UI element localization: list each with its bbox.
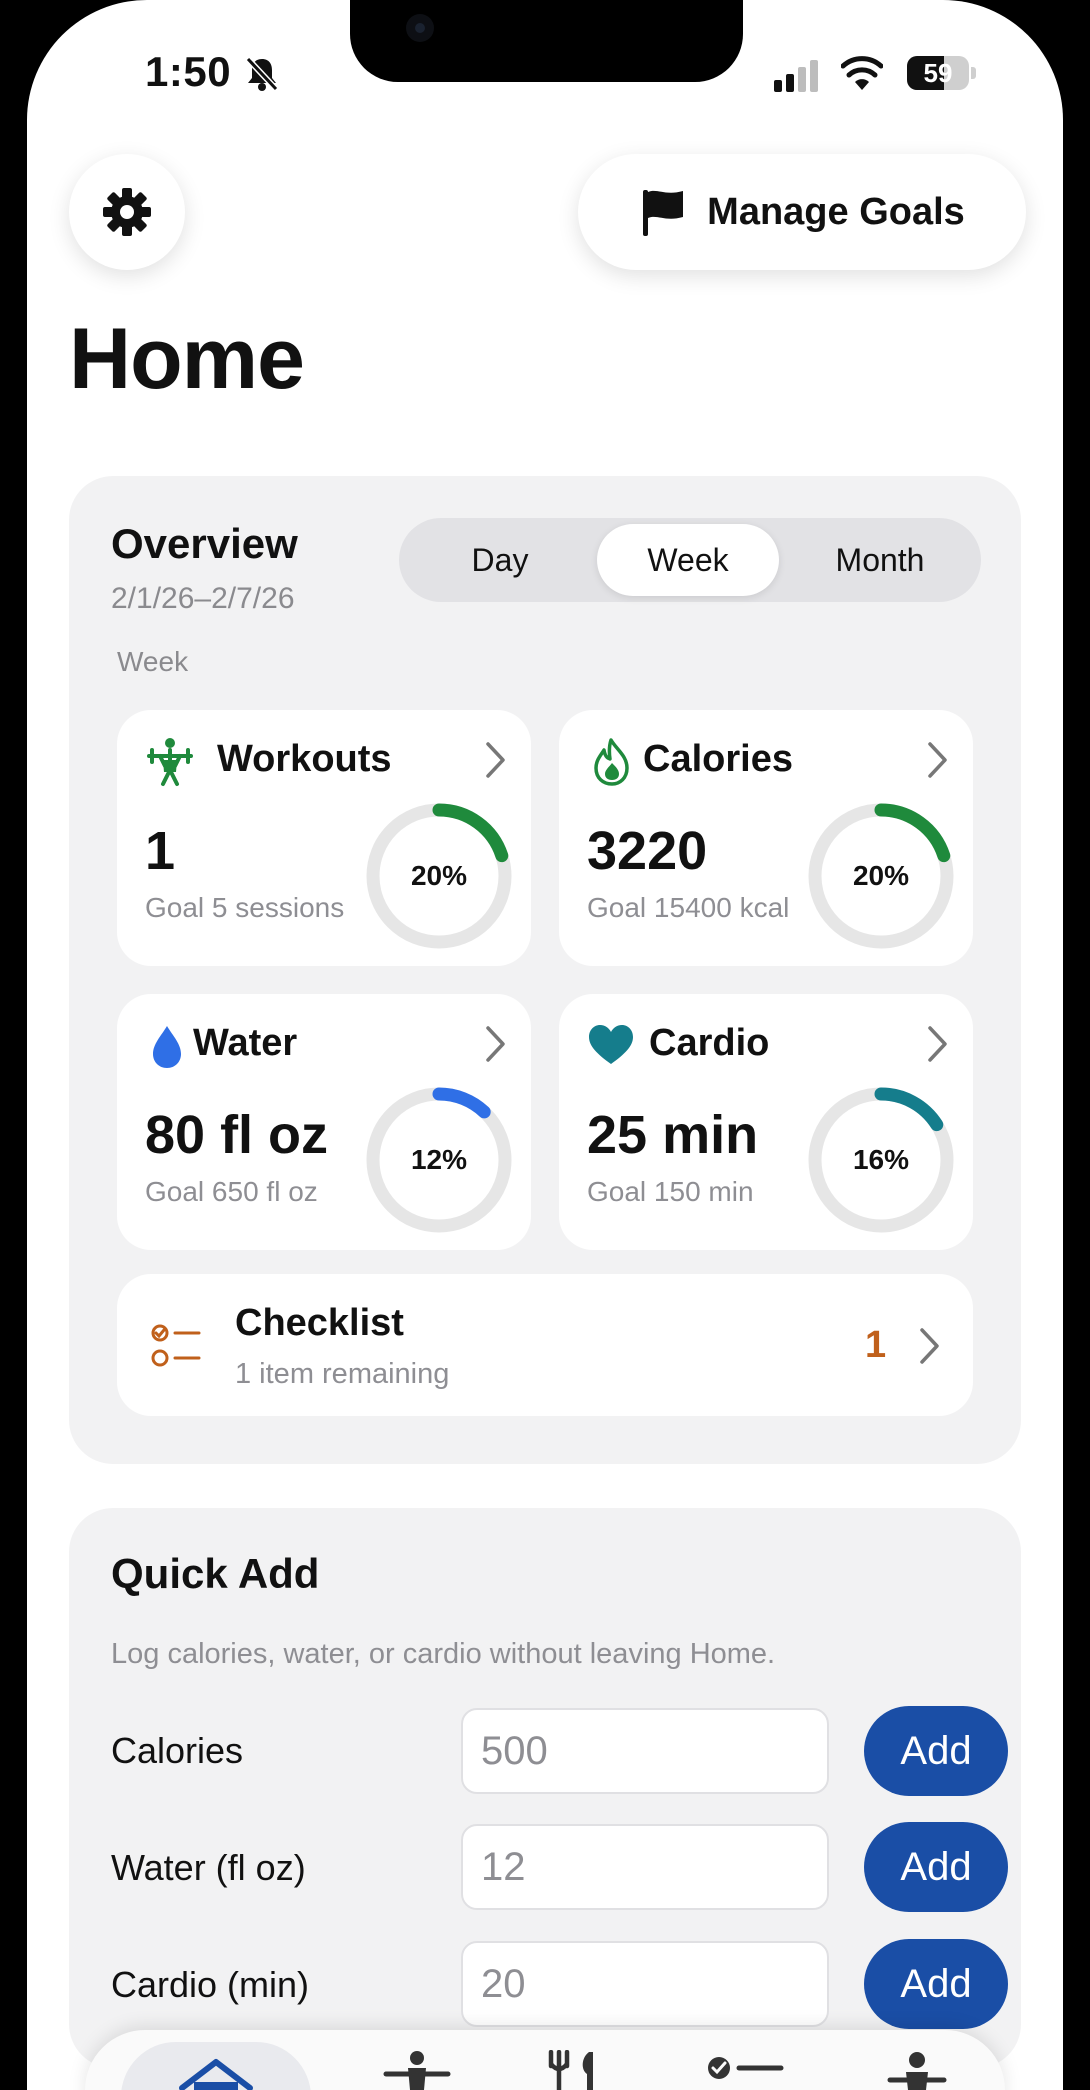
calories-percent: 20% bbox=[852, 860, 910, 891]
cardio-title: Cardio bbox=[649, 1022, 770, 1064]
tab-home[interactable] bbox=[121, 2042, 311, 2090]
workouts-title: Workouts bbox=[217, 738, 392, 780]
water-input[interactable] bbox=[461, 1824, 829, 1910]
battery-percent: 59 bbox=[923, 58, 953, 88]
status-time: 1:50 bbox=[145, 48, 232, 95]
add-calories-button[interactable]: Add bbox=[864, 1706, 1008, 1796]
cardio-card[interactable]: Cardio 25 min Goal 150 min 16% bbox=[559, 994, 973, 1250]
checklist-count-badge: 1 bbox=[865, 1324, 887, 1366]
cardio-percent: 16% bbox=[852, 1144, 910, 1175]
water-percent: 12% bbox=[410, 1144, 468, 1175]
period-segmented-control: Day Week Month bbox=[399, 518, 981, 602]
person-icon bbox=[887, 2052, 947, 2090]
chevron-right-icon bbox=[920, 1328, 939, 1364]
checklist-subtitle: 1 item remaining bbox=[235, 1358, 450, 1390]
tab-profile[interactable] bbox=[857, 2050, 977, 2090]
home-icon bbox=[179, 2059, 253, 2090]
device-notch bbox=[350, 0, 743, 82]
overview-title: Overview bbox=[111, 520, 298, 567]
water-input-label: Water (fl oz) bbox=[111, 1847, 306, 1888]
quick-add-description: Log calories, water, or cardio without l… bbox=[111, 1638, 776, 1670]
water-drop-icon bbox=[153, 1026, 181, 1068]
water-title: Water bbox=[193, 1022, 298, 1064]
calories-title: Calories bbox=[643, 738, 793, 780]
water-card[interactable]: Water 80 fl oz Goal 650 fl oz 12% bbox=[117, 994, 531, 1250]
cardio-input[interactable] bbox=[461, 1941, 829, 2027]
quick-add-title: Quick Add bbox=[111, 1550, 320, 1597]
segment-month[interactable]: Month bbox=[785, 524, 975, 596]
workouts-value: 1 bbox=[145, 821, 176, 881]
calories-input[interactable] bbox=[461, 1708, 829, 1794]
gear-icon bbox=[103, 188, 151, 236]
battery-indicator: 59 bbox=[907, 56, 977, 90]
water-goal: Goal 650 fl oz bbox=[145, 1176, 318, 1207]
workouts-goal: Goal 5 sessions bbox=[145, 892, 345, 923]
manage-goals-label: Manage Goals bbox=[707, 190, 965, 233]
cellular-signal-icon bbox=[774, 60, 818, 92]
flame-icon bbox=[594, 738, 629, 786]
chevron-right-icon bbox=[486, 742, 505, 778]
chevron-right-icon bbox=[928, 1026, 947, 1062]
overview-period-label: Week bbox=[117, 646, 189, 677]
cardio-value: 25 min bbox=[587, 1105, 759, 1165]
cardio-input-label: Cardio (min) bbox=[111, 1964, 310, 2005]
front-camera bbox=[406, 14, 434, 42]
overview-panel: Overview 2/1/26–2/7/26 Week Day Week Mon… bbox=[69, 476, 1021, 1464]
workout-icon bbox=[383, 2051, 451, 2090]
add-water-button[interactable]: Add bbox=[864, 1822, 1008, 1912]
add-cardio-button[interactable]: Add bbox=[864, 1939, 1008, 2029]
chevron-right-icon bbox=[928, 742, 947, 778]
manage-goals-button[interactable]: Manage Goals bbox=[578, 154, 1026, 270]
heart-icon bbox=[589, 1025, 633, 1064]
calories-card[interactable]: Calories 3220 Goal 15400 kcal 20% bbox=[559, 710, 973, 966]
tab-workouts[interactable] bbox=[357, 2050, 477, 2090]
overview-date-range: 2/1/26–2/7/26 bbox=[111, 582, 295, 615]
quick-add-panel: Quick Add Log calories, water, or cardio… bbox=[69, 1508, 1021, 2068]
bell-slash-icon bbox=[245, 56, 279, 92]
tab-bar bbox=[85, 2030, 1005, 2090]
app-screen: 1:50 59 Manage Goals Home Overview 2/1/2… bbox=[27, 0, 1063, 2090]
segment-week[interactable]: Week bbox=[597, 524, 779, 596]
checklist-icon bbox=[151, 1324, 201, 1367]
wifi-icon bbox=[841, 56, 883, 90]
checklist-icon bbox=[708, 2057, 784, 2079]
tab-food[interactable] bbox=[515, 2050, 635, 2090]
workouts-card[interactable]: Workouts 1 Goal 5 sessions 20% bbox=[117, 710, 531, 966]
segment-day[interactable]: Day bbox=[405, 524, 595, 596]
checklist-title: Checklist bbox=[235, 1302, 404, 1344]
water-value: 80 fl oz bbox=[145, 1105, 329, 1165]
workouts-percent: 20% bbox=[410, 860, 468, 891]
tab-checklist[interactable] bbox=[685, 2050, 805, 2090]
weightlifter-icon bbox=[147, 738, 193, 786]
chevron-right-icon bbox=[486, 1026, 505, 1062]
page-title: Home bbox=[69, 311, 305, 407]
calories-goal: Goal 15400 kcal bbox=[587, 892, 790, 923]
checklist-card[interactable]: Checklist 1 item remaining 1 bbox=[117, 1274, 973, 1416]
calories-input-label: Calories bbox=[111, 1730, 244, 1771]
calories-value: 3220 bbox=[587, 821, 708, 881]
settings-button[interactable] bbox=[69, 154, 185, 270]
fork-knife-icon bbox=[548, 2050, 593, 2090]
cardio-goal: Goal 150 min bbox=[587, 1176, 754, 1207]
flag-icon bbox=[643, 190, 684, 236]
